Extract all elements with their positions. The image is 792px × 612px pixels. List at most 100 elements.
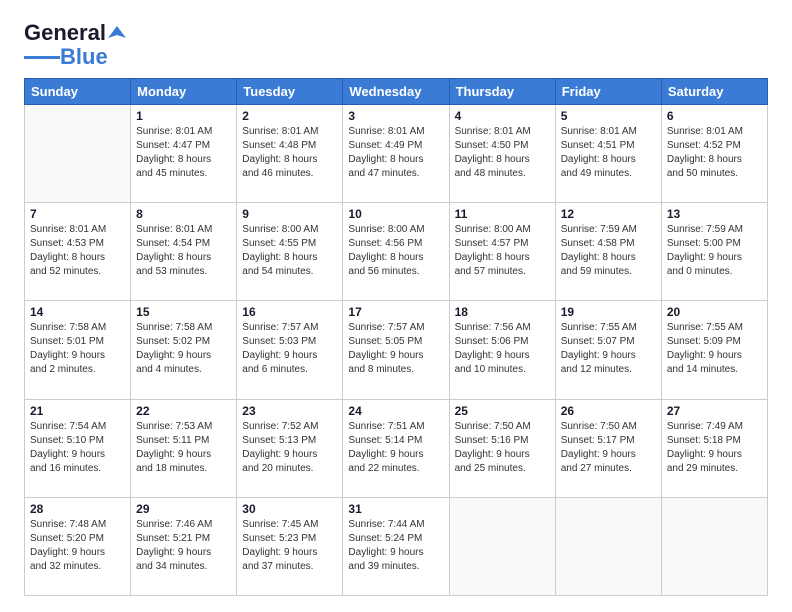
day-info: Sunrise: 7:53 AM Sunset: 5:11 PM Dayligh…	[136, 420, 231, 476]
day-number: 2	[242, 109, 337, 123]
day-info: Sunrise: 7:48 AM Sunset: 5:20 PM Dayligh…	[30, 518, 125, 574]
day-info: Sunrise: 8:01 AM Sunset: 4:51 PM Dayligh…	[561, 125, 656, 181]
day-info: Sunrise: 7:44 AM Sunset: 5:24 PM Dayligh…	[348, 518, 443, 574]
calendar-week-row: 14 Sunrise: 7:58 AM Sunset: 5:01 PM Dayli…	[25, 301, 768, 399]
day-number: 12	[561, 207, 656, 221]
day-number: 13	[667, 207, 762, 221]
calendar-cell: 25 Sunrise: 7:50 AM Sunset: 5:16 PM Dayli…	[449, 399, 555, 497]
day-number: 6	[667, 109, 762, 123]
header-cell-sunday: Sunday	[25, 79, 131, 105]
day-info: Sunrise: 7:50 AM Sunset: 5:17 PM Dayligh…	[561, 420, 656, 476]
day-number: 17	[348, 305, 443, 319]
calendar-cell: 2Sunrise: 8:01 AM Sunset: 4:48 PM Daylig…	[237, 105, 343, 203]
day-number: 21	[30, 404, 125, 418]
day-number: 31	[348, 502, 443, 516]
day-number: 14	[30, 305, 125, 319]
calendar-cell: 1 Sunrise: 8:01 AM Sunset: 4:47 PM Daylig…	[131, 105, 237, 203]
day-info: Sunrise: 7:52 AM Sunset: 5:13 PM Dayligh…	[242, 420, 337, 476]
day-number: 7	[30, 207, 125, 221]
day-info: Sunrise: 7:45 AM Sunset: 5:23 PM Dayligh…	[242, 518, 337, 574]
header-cell-saturday: Saturday	[661, 79, 767, 105]
day-info: Sunrise: 7:57 AM Sunset: 5:03 PM Dayligh…	[242, 321, 337, 377]
day-number: 23	[242, 404, 337, 418]
day-number: 29	[136, 502, 231, 516]
day-info: Sunrise: 7:57 AM Sunset: 5:05 PM Dayligh…	[348, 321, 443, 377]
calendar-cell: 27Sunrise: 7:49 AM Sunset: 5:18 PM Dayli…	[661, 399, 767, 497]
calendar-cell: 16 Sunrise: 7:57 AM Sunset: 5:03 PM Dayli…	[237, 301, 343, 399]
day-info: Sunrise: 7:58 AM Sunset: 5:01 PM Dayligh…	[30, 321, 125, 377]
calendar-cell: 13 Sunrise: 7:59 AM Sunset: 5:00 PM Dayli…	[661, 203, 767, 301]
header-cell-thursday: Thursday	[449, 79, 555, 105]
day-info: Sunrise: 7:55 AM Sunset: 5:09 PM Dayligh…	[667, 321, 762, 377]
calendar-cell: 31 Sunrise: 7:44 AM Sunset: 5:24 PM Dayli…	[343, 497, 449, 595]
calendar-cell: 24Sunrise: 7:51 AM Sunset: 5:14 PM Dayli…	[343, 399, 449, 497]
calendar-cell: 17 Sunrise: 7:57 AM Sunset: 5:05 PM Dayli…	[343, 301, 449, 399]
day-number: 26	[561, 404, 656, 418]
calendar-cell	[661, 497, 767, 595]
day-info: Sunrise: 7:50 AM Sunset: 5:16 PM Dayligh…	[455, 420, 550, 476]
header-cell-monday: Monday	[131, 79, 237, 105]
logo: General Blue	[24, 20, 126, 68]
calendar-cell: 26 Sunrise: 7:50 AM Sunset: 5:17 PM Dayli…	[555, 399, 661, 497]
day-info: Sunrise: 8:01 AM Sunset: 4:52 PM Dayligh…	[667, 125, 762, 181]
day-number: 9	[242, 207, 337, 221]
calendar-cell: 20Sunrise: 7:55 AM Sunset: 5:09 PM Dayli…	[661, 301, 767, 399]
calendar-cell: 15Sunrise: 7:58 AM Sunset: 5:02 PM Dayli…	[131, 301, 237, 399]
calendar-cell: 23 Sunrise: 7:52 AM Sunset: 5:13 PM Dayli…	[237, 399, 343, 497]
day-number: 28	[30, 502, 125, 516]
calendar-cell: 12Sunrise: 7:59 AM Sunset: 4:58 PM Dayli…	[555, 203, 661, 301]
header: General Blue	[24, 20, 768, 68]
day-number: 18	[455, 305, 550, 319]
day-info: Sunrise: 7:51 AM Sunset: 5:14 PM Dayligh…	[348, 420, 443, 476]
calendar-cell: 10 Sunrise: 8:00 AM Sunset: 4:56 PM Dayli…	[343, 203, 449, 301]
day-info: Sunrise: 8:00 AM Sunset: 4:55 PM Dayligh…	[242, 223, 337, 279]
day-number: 3	[348, 109, 443, 123]
day-info: Sunrise: 8:00 AM Sunset: 4:56 PM Dayligh…	[348, 223, 443, 279]
day-number: 30	[242, 502, 337, 516]
calendar-table: SundayMondayTuesdayWednesdayThursdayFrid…	[24, 78, 768, 596]
day-info: Sunrise: 7:59 AM Sunset: 5:00 PM Dayligh…	[667, 223, 762, 279]
day-info: Sunrise: 7:55 AM Sunset: 5:07 PM Dayligh…	[561, 321, 656, 377]
calendar-week-row: 1 Sunrise: 8:01 AM Sunset: 4:47 PM Daylig…	[25, 105, 768, 203]
day-info: Sunrise: 8:01 AM Sunset: 4:47 PM Dayligh…	[136, 125, 231, 181]
day-number: 11	[455, 207, 550, 221]
day-info: Sunrise: 7:49 AM Sunset: 5:18 PM Dayligh…	[667, 420, 762, 476]
calendar-cell: 29 Sunrise: 7:46 AM Sunset: 5:21 PM Dayli…	[131, 497, 237, 595]
day-number: 1	[136, 109, 231, 123]
calendar-week-row: 28 Sunrise: 7:48 AM Sunset: 5:20 PM Dayli…	[25, 497, 768, 595]
calendar-cell: 7Sunrise: 8:01 AM Sunset: 4:53 PM Daylig…	[25, 203, 131, 301]
calendar-week-row: 7Sunrise: 8:01 AM Sunset: 4:53 PM Daylig…	[25, 203, 768, 301]
logo-blue: Blue	[60, 46, 108, 68]
logo-general: General	[24, 20, 106, 46]
calendar-cell: 28 Sunrise: 7:48 AM Sunset: 5:20 PM Dayli…	[25, 497, 131, 595]
calendar-cell: 30 Sunrise: 7:45 AM Sunset: 5:23 PM Dayli…	[237, 497, 343, 595]
day-number: 16	[242, 305, 337, 319]
day-info: Sunrise: 7:54 AM Sunset: 5:10 PM Dayligh…	[30, 420, 125, 476]
day-number: 22	[136, 404, 231, 418]
calendar-cell: 21 Sunrise: 7:54 AM Sunset: 5:10 PM Dayli…	[25, 399, 131, 497]
calendar-cell: 8Sunrise: 8:01 AM Sunset: 4:54 PM Daylig…	[131, 203, 237, 301]
calendar-cell: 22 Sunrise: 7:53 AM Sunset: 5:11 PM Dayli…	[131, 399, 237, 497]
calendar-cell: 4Sunrise: 8:01 AM Sunset: 4:50 PM Daylig…	[449, 105, 555, 203]
day-info: Sunrise: 8:01 AM Sunset: 4:49 PM Dayligh…	[348, 125, 443, 181]
calendar-header-row: SundayMondayTuesdayWednesdayThursdayFrid…	[25, 79, 768, 105]
day-number: 25	[455, 404, 550, 418]
day-number: 4	[455, 109, 550, 123]
day-number: 10	[348, 207, 443, 221]
calendar-cell	[449, 497, 555, 595]
calendar-week-row: 21 Sunrise: 7:54 AM Sunset: 5:10 PM Dayli…	[25, 399, 768, 497]
day-number: 15	[136, 305, 231, 319]
calendar-cell: 3 Sunrise: 8:01 AM Sunset: 4:49 PM Daylig…	[343, 105, 449, 203]
day-number: 5	[561, 109, 656, 123]
calendar-cell: 5 Sunrise: 8:01 AM Sunset: 4:51 PM Daylig…	[555, 105, 661, 203]
calendar-cell	[555, 497, 661, 595]
day-info: Sunrise: 7:56 AM Sunset: 5:06 PM Dayligh…	[455, 321, 550, 377]
day-info: Sunrise: 8:00 AM Sunset: 4:57 PM Dayligh…	[455, 223, 550, 279]
calendar-cell: 14 Sunrise: 7:58 AM Sunset: 5:01 PM Dayli…	[25, 301, 131, 399]
calendar-body: 1 Sunrise: 8:01 AM Sunset: 4:47 PM Daylig…	[25, 105, 768, 596]
calendar-cell: 9 Sunrise: 8:00 AM Sunset: 4:55 PM Daylig…	[237, 203, 343, 301]
day-number: 19	[561, 305, 656, 319]
page: General Blue SundayMondayTuesdayWednesda…	[0, 0, 792, 612]
day-info: Sunrise: 7:46 AM Sunset: 5:21 PM Dayligh…	[136, 518, 231, 574]
calendar-cell: 6 Sunrise: 8:01 AM Sunset: 4:52 PM Daylig…	[661, 105, 767, 203]
